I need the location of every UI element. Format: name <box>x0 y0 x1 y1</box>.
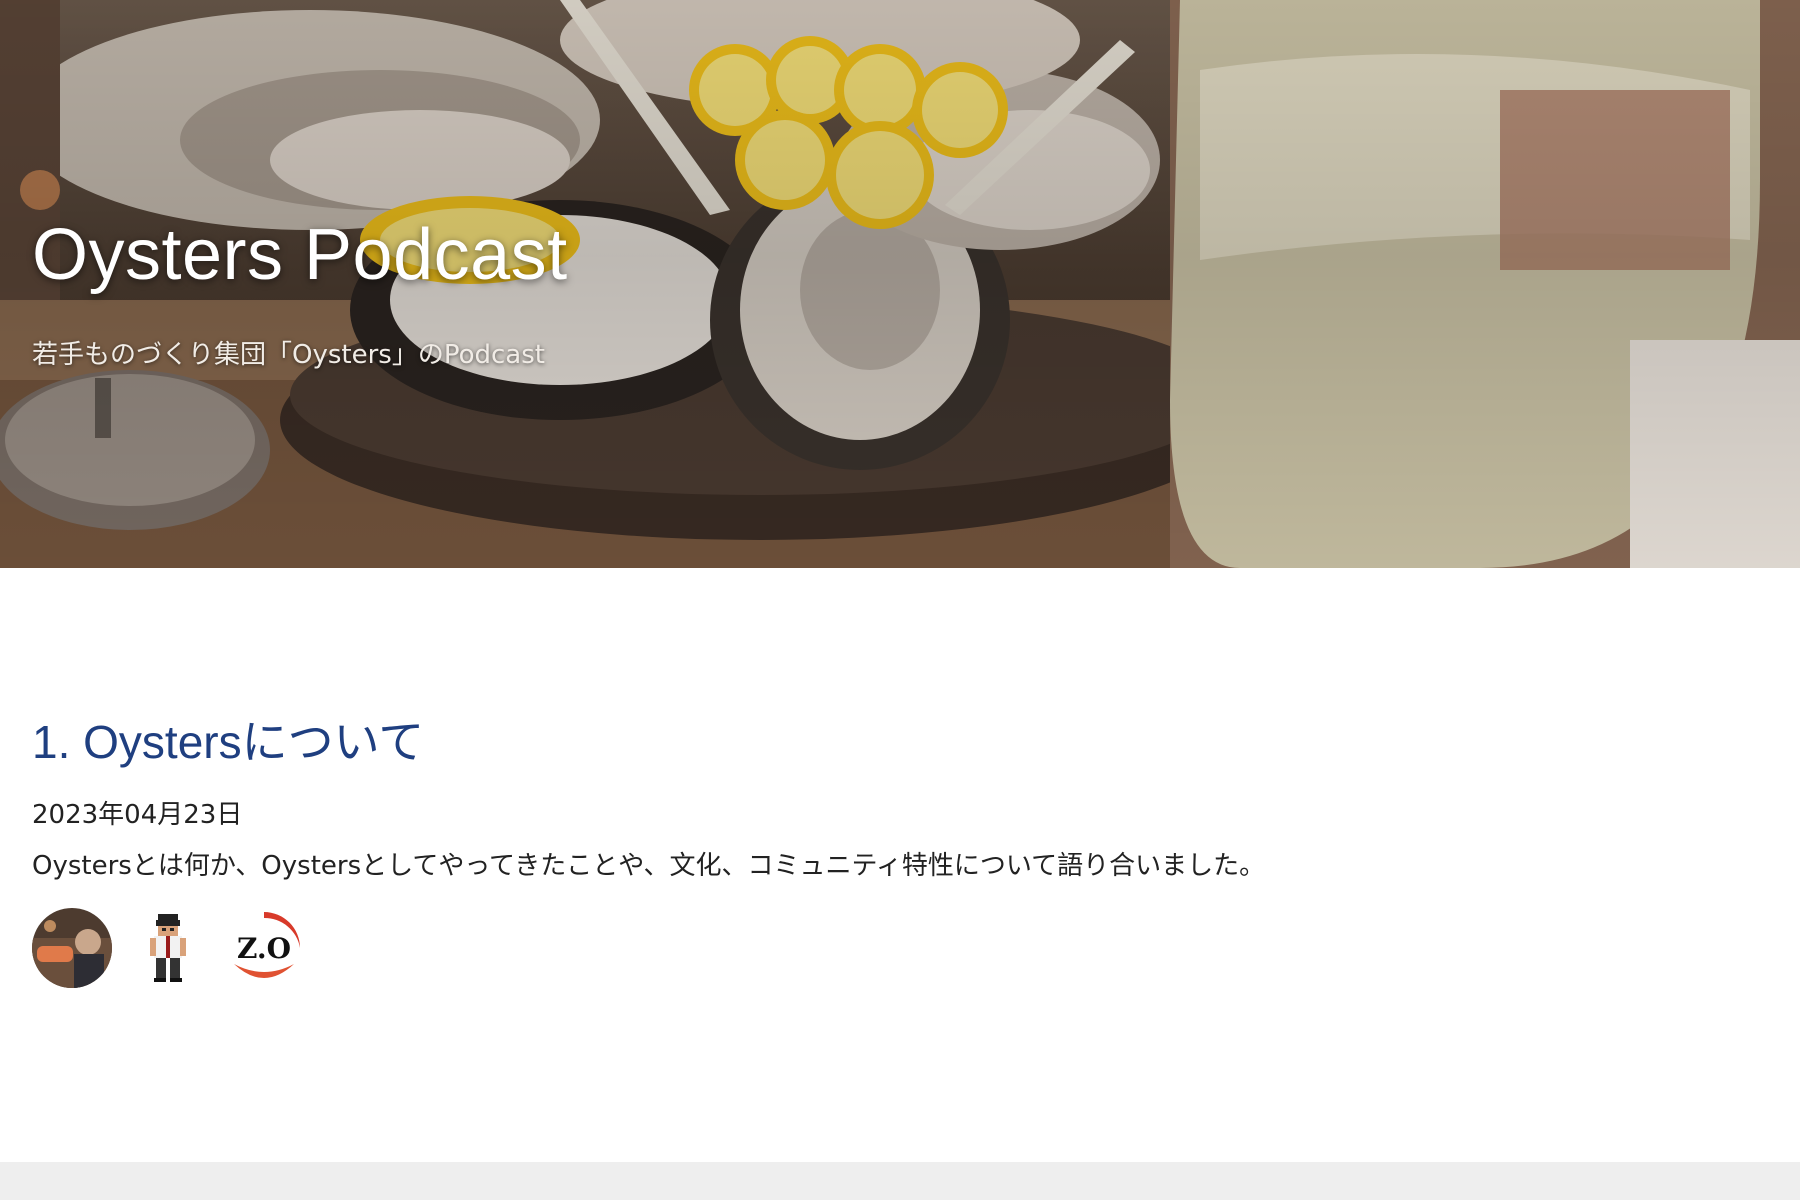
episode-description: Oystersとは何か、Oystersとしてやってきたことや、文化、コミュニティ… <box>32 851 1266 881</box>
avatar-pixel-art[interactable] <box>128 908 208 988</box>
episode-entry: 1. Oystersについて 2023年04月23日 Oystersとは何か、O… <box>32 706 1732 988</box>
site-title[interactable]: Oysters Podcast <box>32 214 568 296</box>
svg-text:Z.O: Z.O <box>237 932 291 965</box>
avatar-photo[interactable] <box>32 908 112 988</box>
episode-title-link[interactable]: 1. Oystersについて <box>32 706 424 772</box>
hero-banner: Oysters Podcast 若手ものづくり集団「Oysters」のPodca… <box>0 0 1800 568</box>
page: Oysters Podcast 若手ものづくり集団「Oysters」のPodca… <box>0 0 1800 1200</box>
avatar-zo-logo[interactable]: Z.O <box>224 908 304 988</box>
person-photo-icon <box>32 908 112 988</box>
site-subtitle: 若手ものづくり集団「Oysters」のPodcast <box>32 340 545 370</box>
participant-avatars: Z.O <box>32 908 1732 988</box>
zo-logo-icon: Z.O <box>224 908 304 988</box>
episode-date: 2023年04月23日 <box>32 800 243 830</box>
pixel-character-icon <box>128 908 208 988</box>
page-footer <box>0 1162 1800 1200</box>
